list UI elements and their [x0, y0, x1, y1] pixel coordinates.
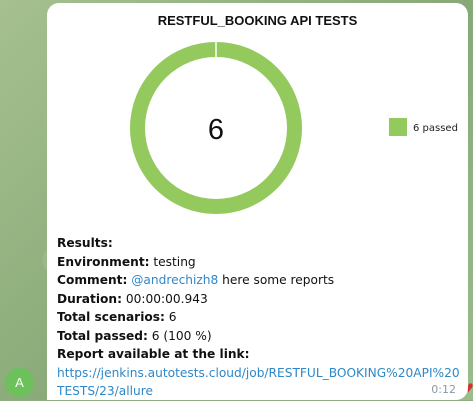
results-heading: Results: [57, 236, 113, 250]
legend-swatch-passed [389, 118, 407, 136]
report-link-label: Report available at the link: [57, 347, 250, 361]
environment-label: Environment: [57, 254, 150, 269]
comment-line: Comment: @andrechizh8 here some reports [57, 271, 460, 290]
duration-value: 00:00:00.943 [125, 291, 208, 306]
duration-line: Duration: 00:00:00.943 [57, 290, 460, 309]
sender-avatar[interactable]: A [5, 368, 34, 397]
total-scenarios-line: Total scenarios: 6 [57, 308, 460, 327]
message-bubble[interactable]: RESTFUL_BOOKING API TESTS 6 6 passed Res… [47, 3, 468, 400]
report-url-line-1[interactable]: https://jenkins.autotests.cloud/job/REST… [57, 364, 460, 383]
environment-value: testing [153, 254, 196, 269]
report-url-link[interactable]: https://jenkins.autotests.cloud/job/REST… [57, 364, 460, 401]
message-timestamp: 0:12 [431, 383, 456, 396]
legend-label-passed: 6 passed [413, 123, 458, 134]
donut-center-label: 6 [208, 114, 224, 146]
donut-chart[interactable]: 6 6 passed [47, 3, 468, 228]
duration-label: Duration: [57, 291, 122, 306]
user-mention-link[interactable]: @andrechizh8 [131, 273, 218, 287]
results-text-block: Results: Environment: testing Comment: @… [57, 234, 460, 401]
total-scenarios-value: 6 [168, 310, 177, 324]
comment-label: Comment: [57, 273, 128, 287]
environment-line: Environment: testing [57, 253, 460, 272]
total-passed-value: 6 (100 %) [151, 328, 212, 343]
total-passed-label: Total passed: [57, 328, 148, 343]
comment-text: here some reports [222, 273, 335, 287]
total-scenarios-label: Total scenarios: [57, 310, 165, 324]
report-url-line-2[interactable]: TESTS/23/allure [57, 382, 460, 401]
total-passed-line: Total passed: 6 (100 %) [57, 327, 460, 346]
